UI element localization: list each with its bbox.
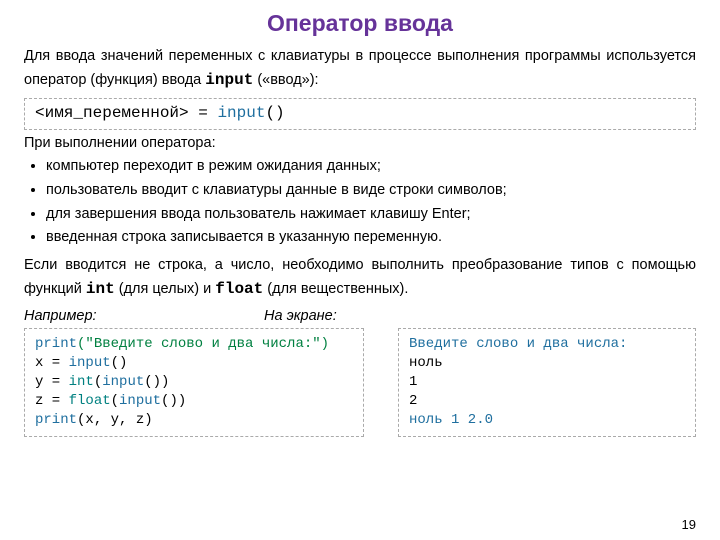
execution-heading: При выполнении оператора: <box>24 134 696 154</box>
code-text: (x, y, z) <box>77 412 153 428</box>
code-text: z = <box>35 393 69 409</box>
intro-text-a: Для ввода значений переменных с клавиату… <box>24 48 696 87</box>
output-line: 2 <box>409 393 417 409</box>
list-item: пользователь вводит с клавиатуры данные … <box>46 181 696 201</box>
label-screen: На экране: <box>264 307 337 327</box>
code-text: ( <box>111 393 119 409</box>
code-text: x = <box>35 355 69 371</box>
page-number: 19 <box>682 516 696 534</box>
keyword-int: int <box>86 280 115 298</box>
intro-text-b: («ввод»): <box>253 72 318 88</box>
syntax-fn: input <box>217 104 265 122</box>
label-example: Например: <box>24 307 264 327</box>
output-line: ноль <box>409 355 443 371</box>
list-item: компьютер переходит в режим ожидания дан… <box>46 157 696 177</box>
code-kw: input <box>69 355 111 371</box>
code-string: ("Введите слово и два числа:") <box>77 336 329 352</box>
syntax-lhs: <имя_переменной> <box>35 104 189 122</box>
output-box: Введите слово и два числа: ноль 1 2 ноль… <box>398 328 696 436</box>
code-kw: int <box>69 374 94 390</box>
slide-title: Оператор ввода <box>24 8 696 39</box>
list-item: введенная строка записывается в указанну… <box>46 228 696 248</box>
code-kw: float <box>69 393 111 409</box>
code-text: ()) <box>144 374 169 390</box>
output-result: ноль 1 2.0 <box>409 412 493 428</box>
output-line: 1 <box>409 374 417 390</box>
intro-keyword-input: input <box>205 71 253 89</box>
code-text: () <box>111 355 128 371</box>
bullet-list: компьютер переходит в режим ожидания дан… <box>24 157 696 247</box>
type-conversion-paragraph: Если вводится не строка, а число, необхо… <box>24 254 696 303</box>
keyword-float: float <box>215 280 263 298</box>
code-box: print("Введите слово и два числа:") x = … <box>24 328 364 436</box>
syntax-parens: () <box>265 104 284 122</box>
code-text: ()) <box>161 393 186 409</box>
intro-paragraph: Для ввода значений переменных с клавиату… <box>24 45 696 92</box>
syntax-box: <имя_переменной> = input() <box>24 98 696 130</box>
para2-mid: (для целых) и <box>115 281 216 297</box>
output-prompt: Введите слово и два числа: <box>409 336 627 352</box>
example-labels: Например: На экране: <box>24 307 696 327</box>
list-item: для завершения ввода пользователь нажима… <box>46 205 696 225</box>
para2-end: (для вещественных). <box>263 281 408 297</box>
code-kw: input <box>119 393 161 409</box>
code-text: y = <box>35 374 69 390</box>
syntax-eq: = <box>189 104 218 122</box>
example-columns: print("Введите слово и два числа:") x = … <box>24 328 696 436</box>
code-kw: print <box>35 412 77 428</box>
code-kw: print <box>35 336 77 352</box>
code-text: ( <box>94 374 102 390</box>
code-kw: input <box>102 374 144 390</box>
